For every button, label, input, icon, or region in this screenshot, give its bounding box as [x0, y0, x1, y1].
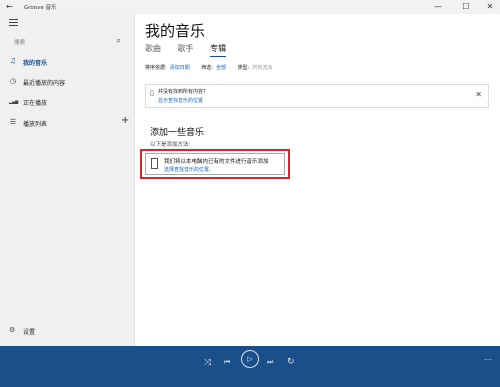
- tab-albums[interactable]: 专辑: [210, 43, 227, 57]
- repeat-icon[interactable]: ↻: [287, 357, 295, 367]
- main-content: 我的音乐 歌曲 歌手 专辑 排序依据: 添加日期 筛选: 全部 类型: 所有流派 ▯ …: [135, 14, 500, 346]
- sort-label: 排序依据:: [145, 65, 167, 71]
- hamburger-menu-icon[interactable]: [9, 19, 18, 28]
- sidebar-item-label: 最近播放的内容: [23, 80, 66, 87]
- genre-dropdown[interactable]: 所有流派: [252, 65, 272, 71]
- app-title: Groove 音乐: [24, 5, 57, 11]
- next-icon[interactable]: ⏭: [267, 358, 273, 367]
- back-arrow-icon[interactable]: ←: [6, 2, 13, 11]
- minimize-button[interactable]: —: [430, 1, 446, 13]
- player-bar: ⤨ ⏮ ▷ ⏭ ↻ ⋯: [0, 346, 500, 387]
- equalizer-icon: ▂▄▆: [9, 99, 19, 104]
- close-icon[interactable]: ✕: [475, 90, 482, 99]
- more-options-icon[interactable]: ⋯: [484, 355, 492, 364]
- search-icon[interactable]: ⌕: [117, 36, 121, 46]
- add-folder-card[interactable]: 我们将以本电脑内已有的文件进行音乐添加 选择查找音乐的位置。: [145, 153, 285, 175]
- tab-songs[interactable]: 歌曲: [145, 43, 161, 57]
- sort-dropdown[interactable]: 添加日期: [170, 65, 190, 71]
- gear-icon: ⚙: [9, 326, 16, 334]
- previous-icon[interactable]: ⏮: [224, 358, 230, 367]
- tab-bar: 歌曲 歌手 专辑: [145, 43, 240, 57]
- play-button[interactable]: ▷: [241, 350, 259, 368]
- genre-label: 类型:: [237, 65, 250, 71]
- show-music-locations-link[interactable]: 显示查找音乐的位置: [158, 97, 203, 104]
- add-music-heading: 添加一些音乐: [150, 128, 205, 138]
- add-playlist-button[interactable]: +: [121, 115, 129, 126]
- maximize-button[interactable]: ☐: [458, 1, 474, 13]
- search-box[interactable]: 搜索 ⌕: [8, 35, 126, 48]
- notice-title: 并没有找到所有内容?: [158, 89, 206, 95]
- title-bar: ← Groove 音乐 — ☐ ✕: [0, 0, 500, 14]
- music-note-icon: ♫: [9, 57, 17, 65]
- sidebar-item-settings[interactable]: ⚙ 设置: [0, 324, 134, 338]
- filter-dropdown[interactable]: 全部: [216, 65, 226, 71]
- add-folder-card-title: 我们将以本电脑内已有的文件进行音乐添加: [164, 159, 269, 165]
- sidebar-item-label: 我的音乐: [23, 60, 48, 67]
- settings-label: 设置: [23, 329, 36, 336]
- sidebar-item-recent[interactable]: ◷ 最近播放的内容: [0, 75, 134, 89]
- page-title: 我的音乐: [145, 22, 206, 40]
- sidebar-item-label: 播放列表: [23, 121, 48, 128]
- search-input[interactable]: 搜索: [14, 38, 25, 46]
- sidebar-item-playlists[interactable]: ☰ 播放列表 +: [0, 115, 134, 130]
- sidebar: 搜索 ⌕ ♫ 我的音乐 ◷ 最近播放的内容 ▂▄▆ 正在播放 ☰ 播放列表 + …: [0, 14, 135, 346]
- missing-content-notice: ▯ 并没有找到所有内容? 显示查找音乐的位置 ✕: [145, 84, 489, 108]
- document-icon: [151, 158, 158, 169]
- add-music-subtitle: 以下是添加方法:: [150, 142, 191, 148]
- filter-bar: 排序依据: 添加日期 筛选: 全部 类型: 所有流派: [145, 64, 272, 71]
- sidebar-item-now-playing[interactable]: ▂▄▆ 正在播放: [0, 95, 134, 109]
- sidebar-item-label: 正在播放: [23, 100, 48, 107]
- tab-artists[interactable]: 歌手: [178, 43, 194, 57]
- playlist-icon: ☰: [9, 118, 17, 126]
- clock-icon: ◷: [9, 77, 17, 85]
- phone-icon: ▯: [150, 89, 154, 97]
- filter-label: 筛选:: [201, 65, 213, 71]
- shuffle-icon[interactable]: ⤨: [204, 358, 211, 368]
- close-button[interactable]: ✕: [482, 1, 498, 13]
- choose-music-location-link[interactable]: 选择查找音乐的位置。: [164, 166, 214, 173]
- sidebar-item-my-music[interactable]: ♫ 我的音乐: [0, 55, 134, 69]
